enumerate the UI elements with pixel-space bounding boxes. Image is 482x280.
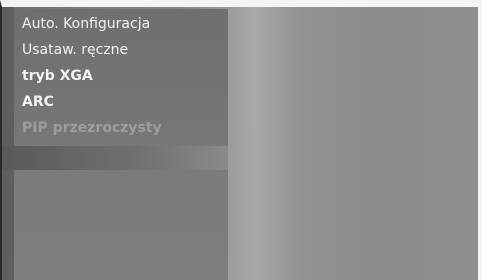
menu-item-auto-config[interactable]: Auto. Konfiguracja (22, 13, 150, 35)
menu-item-pip-transparent: PIP przezroczysty (22, 120, 162, 136)
osd-lower-panel (14, 170, 228, 280)
menu-item-xga-mode[interactable]: tryb XGA (22, 65, 93, 87)
screen-left-edge (2, 7, 14, 280)
tv-screen: Auto. Konfiguracja Usataw. ręczne tryb X… (0, 0, 482, 280)
menu-item-manual-settings[interactable]: Usataw. ręczne (22, 39, 128, 61)
menu-separator (0, 146, 228, 170)
osd-menu-panel: Auto. Konfiguracja Usataw. ręczne tryb X… (14, 9, 228, 146)
menu-item-arc[interactable]: ARC (22, 91, 54, 113)
